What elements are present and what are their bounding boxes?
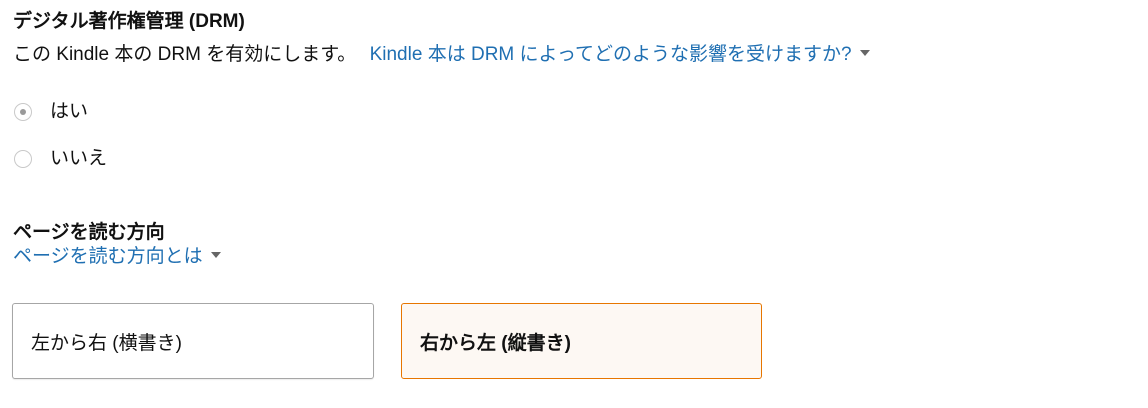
drm-option-no[interactable]: いいえ — [14, 147, 107, 171]
drm-option-yes[interactable]: はい — [14, 100, 88, 124]
reading-direction-help-link-label: ページを読む方向とは — [13, 246, 203, 267]
caret-down-icon — [210, 251, 221, 258]
radio-no-label: いいえ — [50, 148, 108, 169]
reading-direction-help-link[interactable]: ページを読む方向とは — [13, 245, 221, 269]
right-to-left-label: 右から左 (縦書き) — [420, 332, 571, 354]
radio-selected-dot-icon — [20, 109, 26, 115]
caret-down-icon — [859, 49, 870, 56]
left-to-right-button[interactable]: 左から右 (横書き) — [12, 303, 374, 379]
drm-description-row: この Kindle 本の DRM を有効にします。 Kindle 本は DRM … — [13, 43, 870, 67]
drm-description: この Kindle 本の DRM を有効にします。 — [13, 44, 357, 65]
left-to-right-label: 左から右 (横書き) — [31, 332, 182, 354]
drm-help-link[interactable]: Kindle 本は DRM によってどのような影響を受けますか? — [370, 44, 870, 65]
right-to-left-button[interactable]: 右から左 (縦書き) — [401, 303, 762, 379]
radio-no[interactable] — [14, 150, 32, 168]
drm-title: デジタル著作権管理 (DRM) — [13, 11, 245, 32]
radio-yes[interactable] — [14, 103, 32, 121]
reading-direction-title: ページを読む方向 — [13, 222, 165, 243]
radio-yes-label: はい — [50, 101, 89, 122]
drm-help-link-label: Kindle 本は DRM によってどのような影響を受けますか? — [369, 44, 852, 65]
